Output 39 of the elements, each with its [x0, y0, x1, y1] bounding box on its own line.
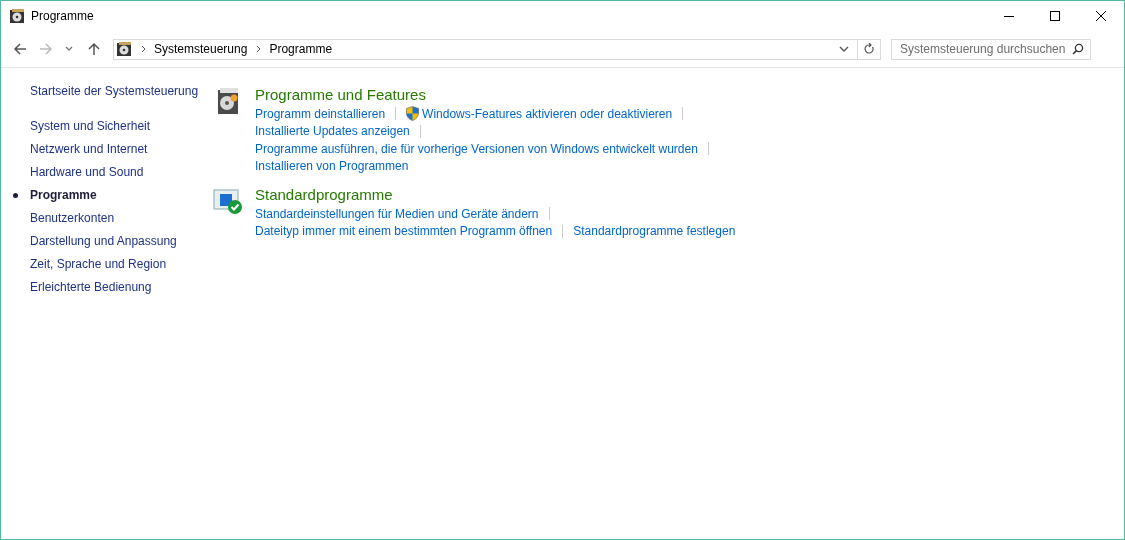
disc-box-icon	[116, 41, 132, 57]
sidebar-home-link[interactable]: Startseite der Systemsteuerung	[30, 82, 199, 100]
sidebar-item[interactable]: System und Sicherheit	[30, 115, 151, 138]
sidebar-item[interactable]: Darstellung und Anpassung	[30, 230, 177, 253]
chevron-down-icon[interactable]	[839, 45, 849, 53]
section-heading[interactable]: Standardprogramme	[255, 185, 393, 205]
window-title: Programme	[31, 9, 94, 23]
task-link[interactable]: Standardprogramme festlegen	[573, 224, 736, 239]
task-link[interactable]: Windows-Features aktivieren oder deaktivieren	[422, 106, 673, 121]
shield-icon	[406, 106, 420, 122]
search-field[interactable]: Systemsteuerung durchsuchen	[891, 38, 1091, 60]
sidebar-item[interactable]: Netzwerk und Internet	[30, 138, 148, 161]
sidebar-item[interactable]: Programme	[30, 184, 97, 207]
breadcrumb[interactable]: Systemsteuerung	[154, 42, 248, 56]
chevron-right-icon	[256, 45, 262, 53]
address-bar[interactable]: Systemsteuerung Programme	[113, 38, 881, 60]
task-link[interactable]: Dateityp immer mit einem bestimmten Programm öffnen	[255, 224, 553, 239]
search-icon	[1072, 43, 1084, 55]
disc-box-icon	[9, 8, 25, 24]
back-arrow-icon[interactable]	[13, 42, 27, 56]
sidebar-item[interactable]: Benutzerkonten	[30, 207, 115, 230]
chevron-right-icon	[141, 45, 146, 53]
maximize-icon	[1049, 10, 1061, 22]
task-link[interactable]: Installierte Updates anzeigen	[255, 124, 410, 139]
up-arrow-icon[interactable]	[87, 42, 101, 56]
breadcrumb[interactable]: Programme	[269, 42, 333, 56]
sidebar-item[interactable]: Hardware und Sound	[30, 161, 144, 184]
sidebar-item[interactable]: Erleichterte Bedienung	[30, 276, 152, 299]
close-icon	[1095, 10, 1107, 22]
task-link[interactable]: Standardeinstellungen für Medien und Geräte ändern	[255, 206, 539, 221]
task-link[interactable]: Installieren von Programmen	[255, 159, 409, 174]
refresh-icon	[863, 43, 875, 55]
bullet-icon	[13, 193, 18, 198]
chevron-down-icon[interactable]	[65, 46, 73, 52]
task-link[interactable]: Programm deinstallieren	[255, 106, 386, 121]
section-heading[interactable]: Programme und Features	[255, 85, 426, 105]
window-checkmark-icon	[213, 187, 243, 215]
sidebar-item[interactable]: Zeit, Sprache und Region	[30, 253, 167, 276]
task-link[interactable]: Programme ausführen, die für vorherige Versionen von Windows entwickelt wurden	[255, 141, 698, 156]
